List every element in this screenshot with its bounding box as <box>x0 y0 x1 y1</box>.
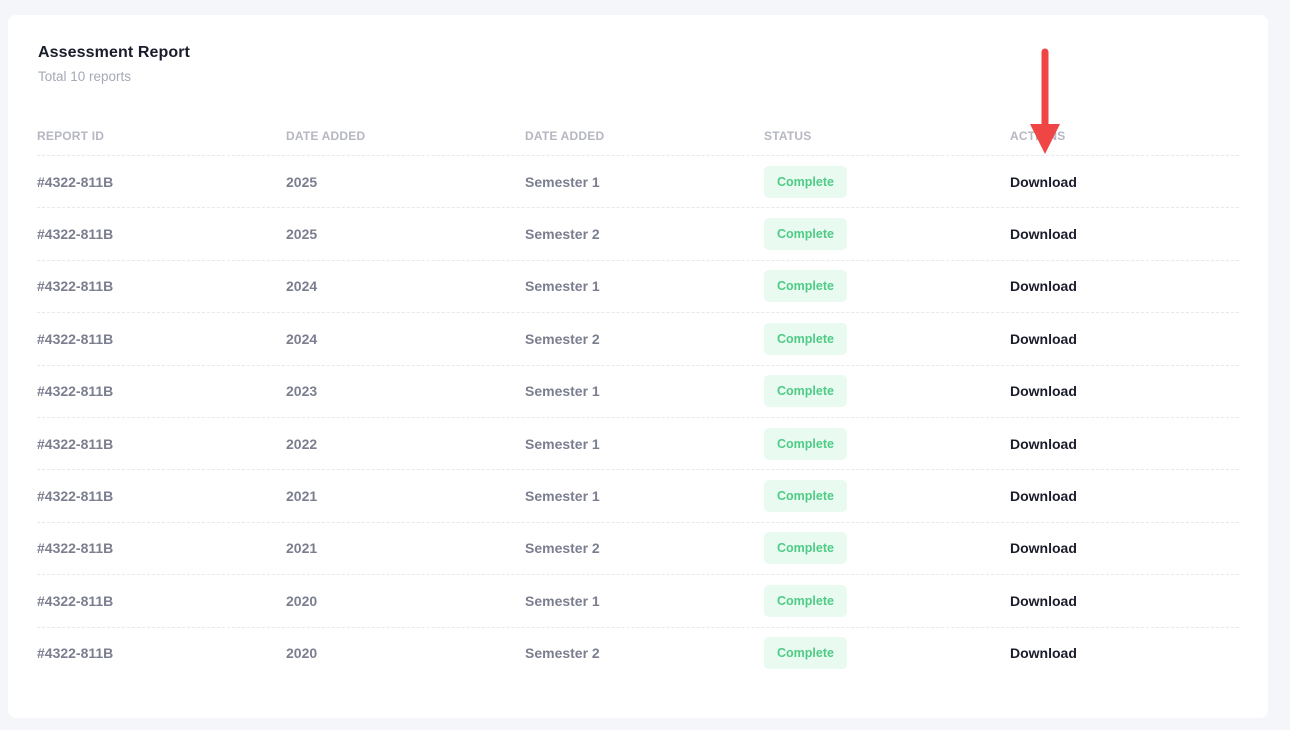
download-link[interactable]: Download <box>1010 278 1077 294</box>
table-row: #4322-811B 2025 Semester 1 Complete Down… <box>37 156 1239 209</box>
table-row: #4322-811B 2024 Semester 1 Complete Down… <box>37 261 1239 314</box>
report-year: 2025 <box>286 173 318 190</box>
status-badge: Complete <box>764 270 847 303</box>
status-cell: Complete <box>764 165 847 198</box>
status-badge: Complete <box>764 532 847 565</box>
status-badge: Complete <box>764 427 847 460</box>
status-badge: Complete <box>764 637 847 670</box>
download-link[interactable]: Download <box>1010 593 1077 609</box>
report-id: #4322-811B <box>37 488 114 505</box>
download-link[interactable]: Download <box>1010 383 1077 399</box>
report-year: 2020 <box>286 645 318 662</box>
status-cell: Complete <box>764 218 847 251</box>
report-term: Semester 1 <box>525 278 600 295</box>
table-row: #4322-811B 2021 Semester 2 Complete Down… <box>37 523 1239 576</box>
download-link[interactable]: Download <box>1010 488 1077 504</box>
table-row: #4322-811B 2020 Semester 2 Complete Down… <box>37 628 1239 679</box>
report-year: 2024 <box>286 330 318 347</box>
report-year: 2025 <box>286 226 318 243</box>
report-id: #4322-811B <box>37 645 114 662</box>
download-link[interactable]: Download <box>1010 174 1077 190</box>
report-term: Semester 2 <box>525 330 600 347</box>
report-term: Semester 2 <box>525 645 600 662</box>
status-badge: Complete <box>764 165 847 198</box>
table-row: #4322-811B 2021 Semester 1 Complete Down… <box>37 470 1239 523</box>
card-title: Assessment Report <box>38 44 190 61</box>
status-badge: Complete <box>764 375 847 408</box>
table-row: #4322-811B 2020 Semester 1 Complete Down… <box>37 575 1239 628</box>
header-date-added-term: DATE ADDED <box>525 129 605 143</box>
header-report-id: REPORT ID <box>37 129 105 143</box>
report-id: #4322-811B <box>37 435 114 452</box>
status-cell: Complete <box>764 270 847 303</box>
status-cell: Complete <box>764 584 847 617</box>
header-actions: ACTIONS <box>1010 129 1066 143</box>
report-id: #4322-811B <box>37 540 114 557</box>
report-year: 2020 <box>286 592 318 609</box>
report-id: #4322-811B <box>37 592 114 609</box>
status-badge: Complete <box>764 584 847 617</box>
report-year: 2021 <box>286 540 318 557</box>
report-id: #4322-811B <box>37 383 114 400</box>
report-term: Semester 1 <box>525 173 600 190</box>
report-id: #4322-811B <box>37 330 114 347</box>
report-year: 2021 <box>286 488 318 505</box>
status-cell: Complete <box>764 637 847 670</box>
status-badge: Complete <box>764 218 847 251</box>
report-id: #4322-811B <box>37 173 114 190</box>
status-cell: Complete <box>764 480 847 513</box>
status-cell: Complete <box>764 322 847 355</box>
download-link[interactable]: Download <box>1010 331 1077 347</box>
download-link[interactable]: Download <box>1010 645 1077 661</box>
download-link[interactable]: Download <box>1010 226 1077 242</box>
download-link[interactable]: Download <box>1010 436 1077 452</box>
report-term: Semester 2 <box>525 540 600 557</box>
table-row: #4322-811B 2024 Semester 2 Complete Down… <box>37 313 1239 366</box>
report-id: #4322-811B <box>37 226 114 243</box>
status-cell: Complete <box>764 427 847 460</box>
table-row: #4322-811B 2025 Semester 2 Complete Down… <box>37 208 1239 261</box>
report-year: 2023 <box>286 383 318 400</box>
report-year: 2022 <box>286 435 318 452</box>
report-id: #4322-811B <box>37 278 114 295</box>
status-badge: Complete <box>764 322 847 355</box>
header-date-added-year: DATE ADDED <box>286 129 366 143</box>
assessment-report-card: Assessment Report Total 10 reports REPOR… <box>8 15 1268 718</box>
header-status: STATUS <box>764 129 812 143</box>
report-term: Semester 1 <box>525 592 600 609</box>
status-cell: Complete <box>764 532 847 565</box>
report-term: Semester 1 <box>525 488 600 505</box>
report-term: Semester 1 <box>525 435 600 452</box>
download-link[interactable]: Download <box>1010 540 1077 556</box>
report-year: 2024 <box>286 278 318 295</box>
table-row: #4322-811B 2023 Semester 1 Complete Down… <box>37 366 1239 418</box>
table-header: REPORT ID DATE ADDED DATE ADDED STATUS A… <box>37 119 1239 156</box>
table-row: #4322-811B 2022 Semester 1 Complete Down… <box>37 418 1239 471</box>
reports-table: REPORT ID DATE ADDED DATE ADDED STATUS A… <box>37 119 1239 679</box>
status-badge: Complete <box>764 480 847 513</box>
status-cell: Complete <box>764 375 847 408</box>
report-term: Semester 1 <box>525 383 600 400</box>
card-subtitle: Total 10 reports <box>38 69 132 84</box>
report-term: Semester 2 <box>525 226 600 243</box>
